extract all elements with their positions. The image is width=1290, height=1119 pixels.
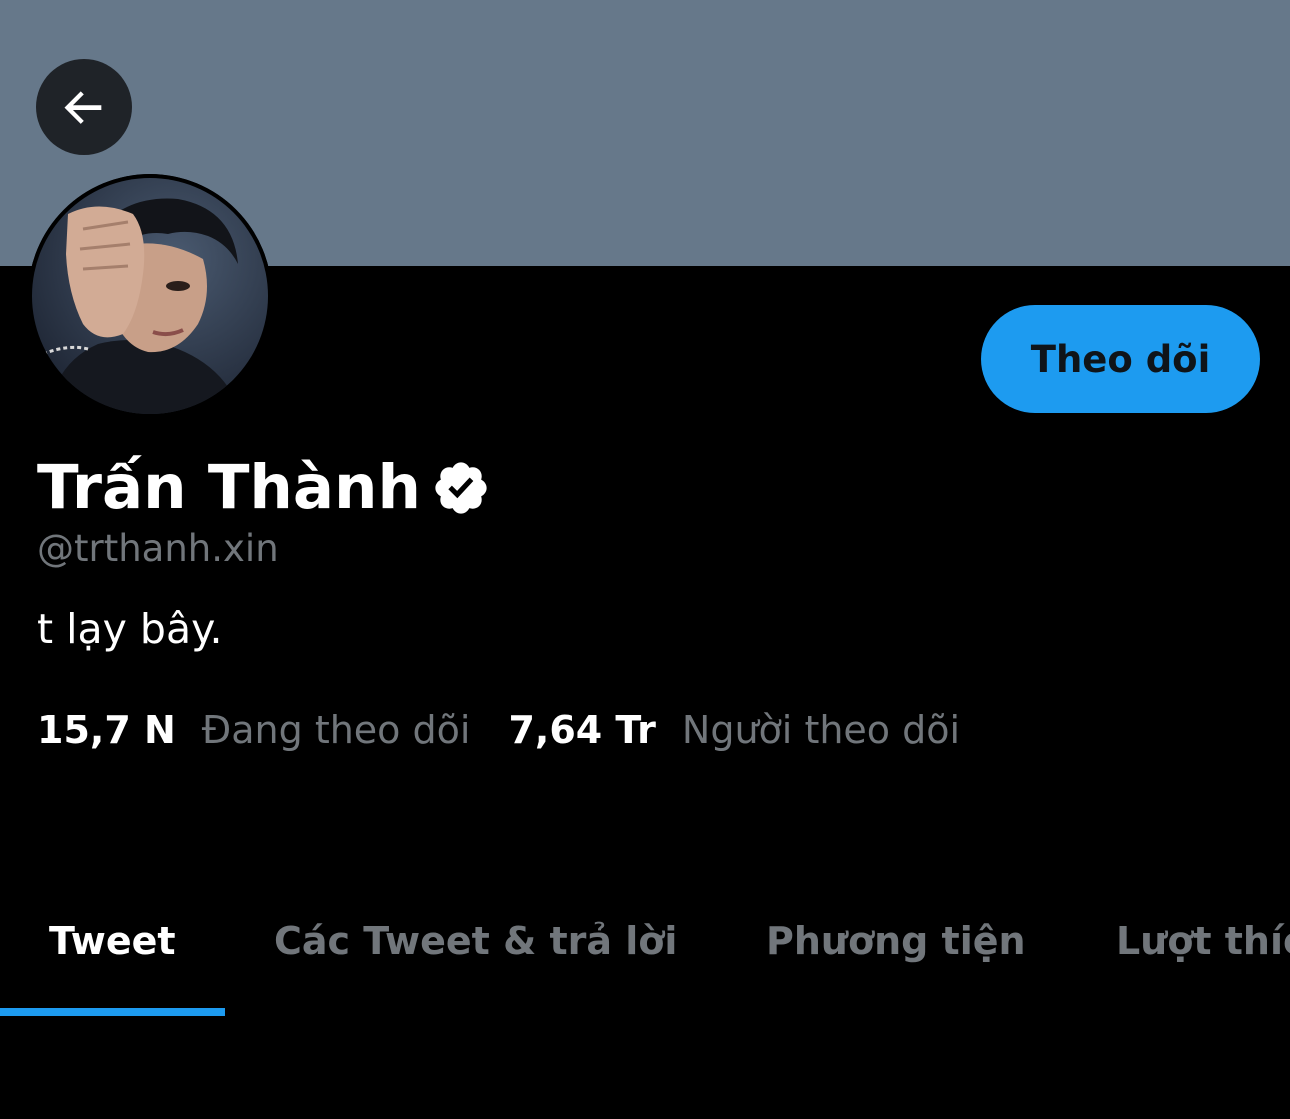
profile-tabs: Tweet Các Tweet & trả lời Phương tiện Lư…: [0, 905, 1290, 1020]
arrow-left-icon: [64, 91, 102, 124]
tab-tweets-replies[interactable]: Các Tweet & trả lời: [274, 905, 677, 1016]
tab-likes[interactable]: Lượt thích: [1116, 905, 1290, 1016]
profile-handle: @trthanh.xin: [37, 527, 279, 570]
verified-badge-icon: [435, 462, 487, 514]
profile-stats: 15,7 N Đang theo dõi 7,64 Tr Người theo …: [37, 704, 960, 756]
display-name: Trấn Thành: [37, 452, 421, 523]
avatar-photo: [28, 174, 272, 418]
following-stat[interactable]: 15,7 N Đang theo dõi: [37, 708, 470, 752]
followers-label: Người theo dõi: [681, 708, 961, 752]
back-button[interactable]: [36, 59, 132, 155]
following-label: Đang theo dõi: [201, 708, 471, 752]
active-tab-indicator: [0, 1008, 225, 1016]
followers-stat[interactable]: 7,64 Tr Người theo dõi: [508, 708, 960, 752]
follow-button[interactable]: Theo dõi: [981, 305, 1260, 413]
tab-media[interactable]: Phương tiện: [766, 905, 1026, 1016]
avatar[interactable]: [28, 174, 272, 418]
profile-name-row: Trấn Thành: [37, 450, 491, 526]
tab-tweets[interactable]: Tweet: [49, 905, 176, 1016]
followers-count: 7,64 Tr: [508, 708, 656, 752]
profile-bio: t lạy bây.: [37, 605, 223, 653]
following-count: 15,7 N: [37, 708, 176, 752]
